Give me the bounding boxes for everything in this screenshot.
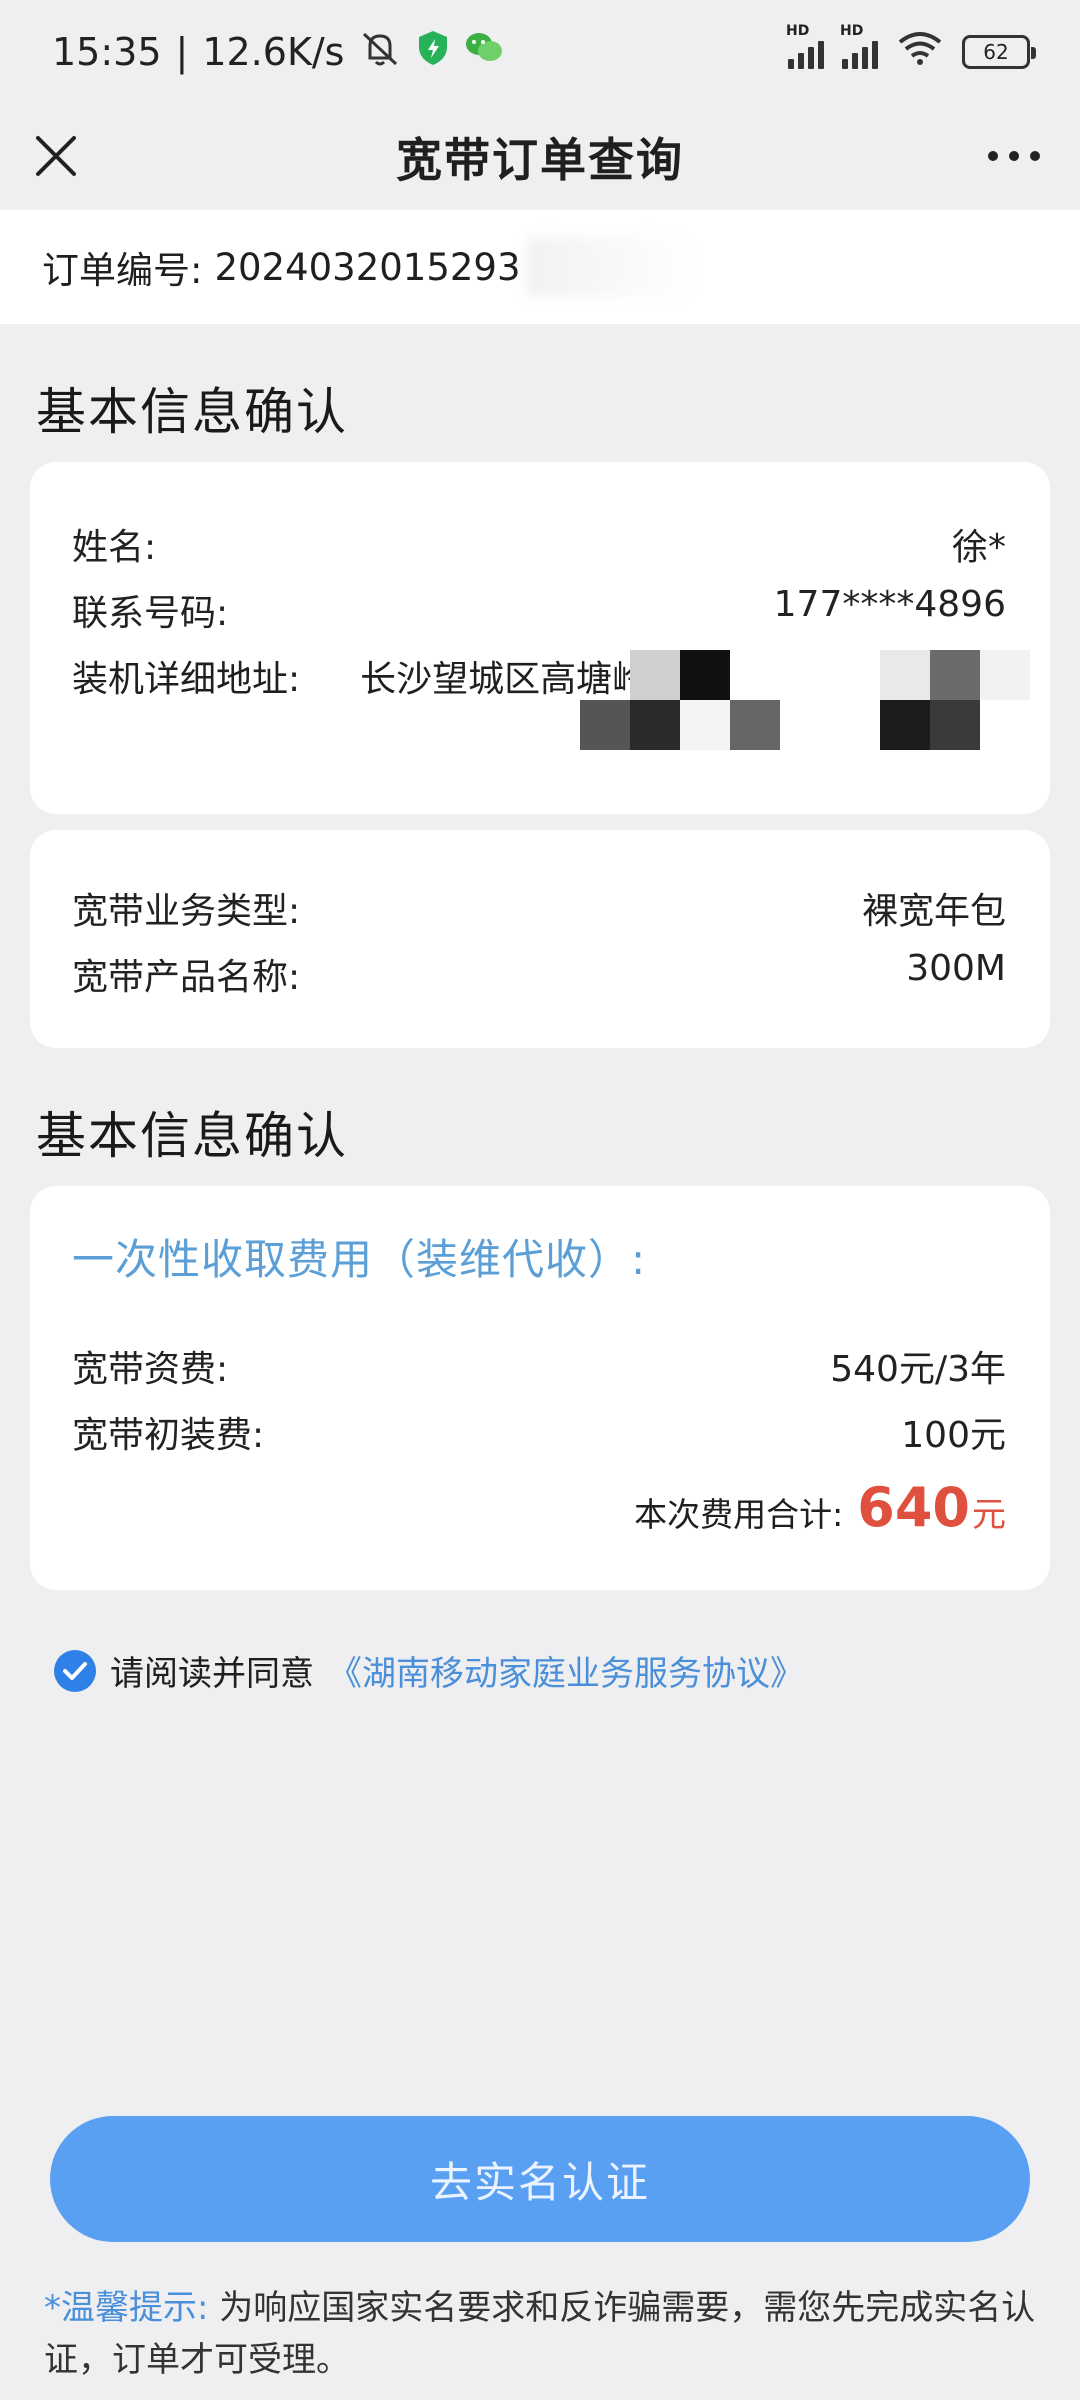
- install-fee-label: 宽带初装费:: [72, 1415, 265, 1456]
- business-type-value: 裸宽年包: [861, 891, 1006, 932]
- section-title-fees: 基本信息确认: [36, 1107, 348, 1165]
- phone-row: 联系号码: 177****4896: [72, 584, 1006, 636]
- name-label: 姓名:: [72, 527, 157, 568]
- title-bar: 宽带订单查询: [0, 104, 1080, 210]
- agreement-text: 请阅读并同意: [110, 1654, 314, 1694]
- fee-value: 540元/3年: [830, 1349, 1006, 1390]
- total-unit: 元: [972, 1495, 1006, 1535]
- fee-card: 一次性收取费用（装维代收）: 宽带资费: 540元/3年 宽带初装费: 100元…: [30, 1186, 1050, 1590]
- wifi-icon: [896, 30, 944, 75]
- redaction-blur: [526, 237, 697, 297]
- order-number-bar: 订单编号: 2024032015293: [0, 210, 1080, 324]
- battery-level: 62: [983, 40, 1009, 64]
- real-name-auth-button[interactable]: 去实名认证: [50, 2116, 1030, 2242]
- order-number-value: 2024032015293: [214, 245, 521, 289]
- address-label: 装机详细地址:: [72, 659, 301, 700]
- name-value: 徐*: [951, 527, 1006, 568]
- section-title-basic-info: 基本信息确认: [36, 383, 348, 441]
- hd-signal-icon: HD: [786, 23, 824, 69]
- agreement-checkbox[interactable]: [54, 1649, 96, 1692]
- tip-label: *温馨提示:: [44, 2288, 209, 2328]
- close-icon: [36, 136, 76, 176]
- wechat-icon: [464, 30, 504, 75]
- fee-row: 宽带资费: 540元/3年: [72, 1340, 1006, 1392]
- product-name-row: 宽带产品名称: 300M: [72, 948, 1006, 1000]
- phone-value: 177****4896: [773, 584, 1006, 625]
- shield-icon: [416, 29, 450, 76]
- hd-signal-icon: HD: [840, 23, 878, 69]
- order-number-label: 订单编号:: [42, 249, 203, 292]
- product-name-label: 宽带产品名称:: [72, 957, 301, 998]
- status-separator: |: [175, 30, 189, 74]
- status-left: 15:35 | 12.6K/s: [52, 28, 504, 77]
- status-time: 15:35: [52, 30, 162, 74]
- status-right: HD HD 62: [786, 23, 1036, 75]
- status-bar: 15:35 | 12.6K/s HD HD 62: [0, 0, 1080, 104]
- check-icon: [63, 1661, 87, 1680]
- fee-heading: 一次性收取费用（装维代收）:: [72, 1235, 647, 1284]
- business-type-row: 宽带业务类型: 裸宽年包: [72, 882, 1006, 934]
- total-label: 本次费用合计:: [634, 1495, 844, 1534]
- product-name-value: 300M: [906, 948, 1006, 989]
- basic-info-card: 姓名: 徐* 联系号码: 177****4896 装机详细地址: 长沙望城区高塘…: [30, 462, 1050, 814]
- network-speed: 12.6K/s: [202, 30, 345, 74]
- fee-label: 宽带资费:: [72, 1349, 229, 1390]
- agreement-link[interactable]: 《湖南移动家庭业务服务协议》: [328, 1646, 804, 1695]
- more-button[interactable]: [974, 126, 1054, 186]
- phone-label: 联系号码:: [72, 593, 229, 634]
- battery-icon: 62: [962, 35, 1036, 69]
- agreement-row: 请阅读并同意 《湖南移动家庭业务服务协议》: [54, 1646, 804, 1695]
- more-dots-icon: [988, 151, 1040, 161]
- install-fee-value: 100元: [901, 1415, 1006, 1456]
- name-row: 姓名: 徐*: [72, 518, 1006, 570]
- total-amount: 640: [857, 1476, 970, 1539]
- address-redaction-mosaic: [550, 650, 1050, 770]
- page-title: 宽带订单查询: [396, 133, 684, 187]
- install-fee-row: 宽带初装费: 100元: [72, 1406, 1006, 1458]
- total-row: 本次费用合计: 640 元: [634, 1476, 1006, 1539]
- close-button[interactable]: [26, 126, 86, 186]
- business-type-label: 宽带业务类型:: [72, 891, 301, 932]
- product-card: 宽带业务类型: 裸宽年包 宽带产品名称: 300M: [30, 830, 1050, 1048]
- mute-bell-icon: [358, 28, 402, 77]
- warm-tip: *温馨提示: 为响应国家实名要求和反诈骗需要，需您先完成实名认证，订单才可受理。: [44, 2282, 1044, 2386]
